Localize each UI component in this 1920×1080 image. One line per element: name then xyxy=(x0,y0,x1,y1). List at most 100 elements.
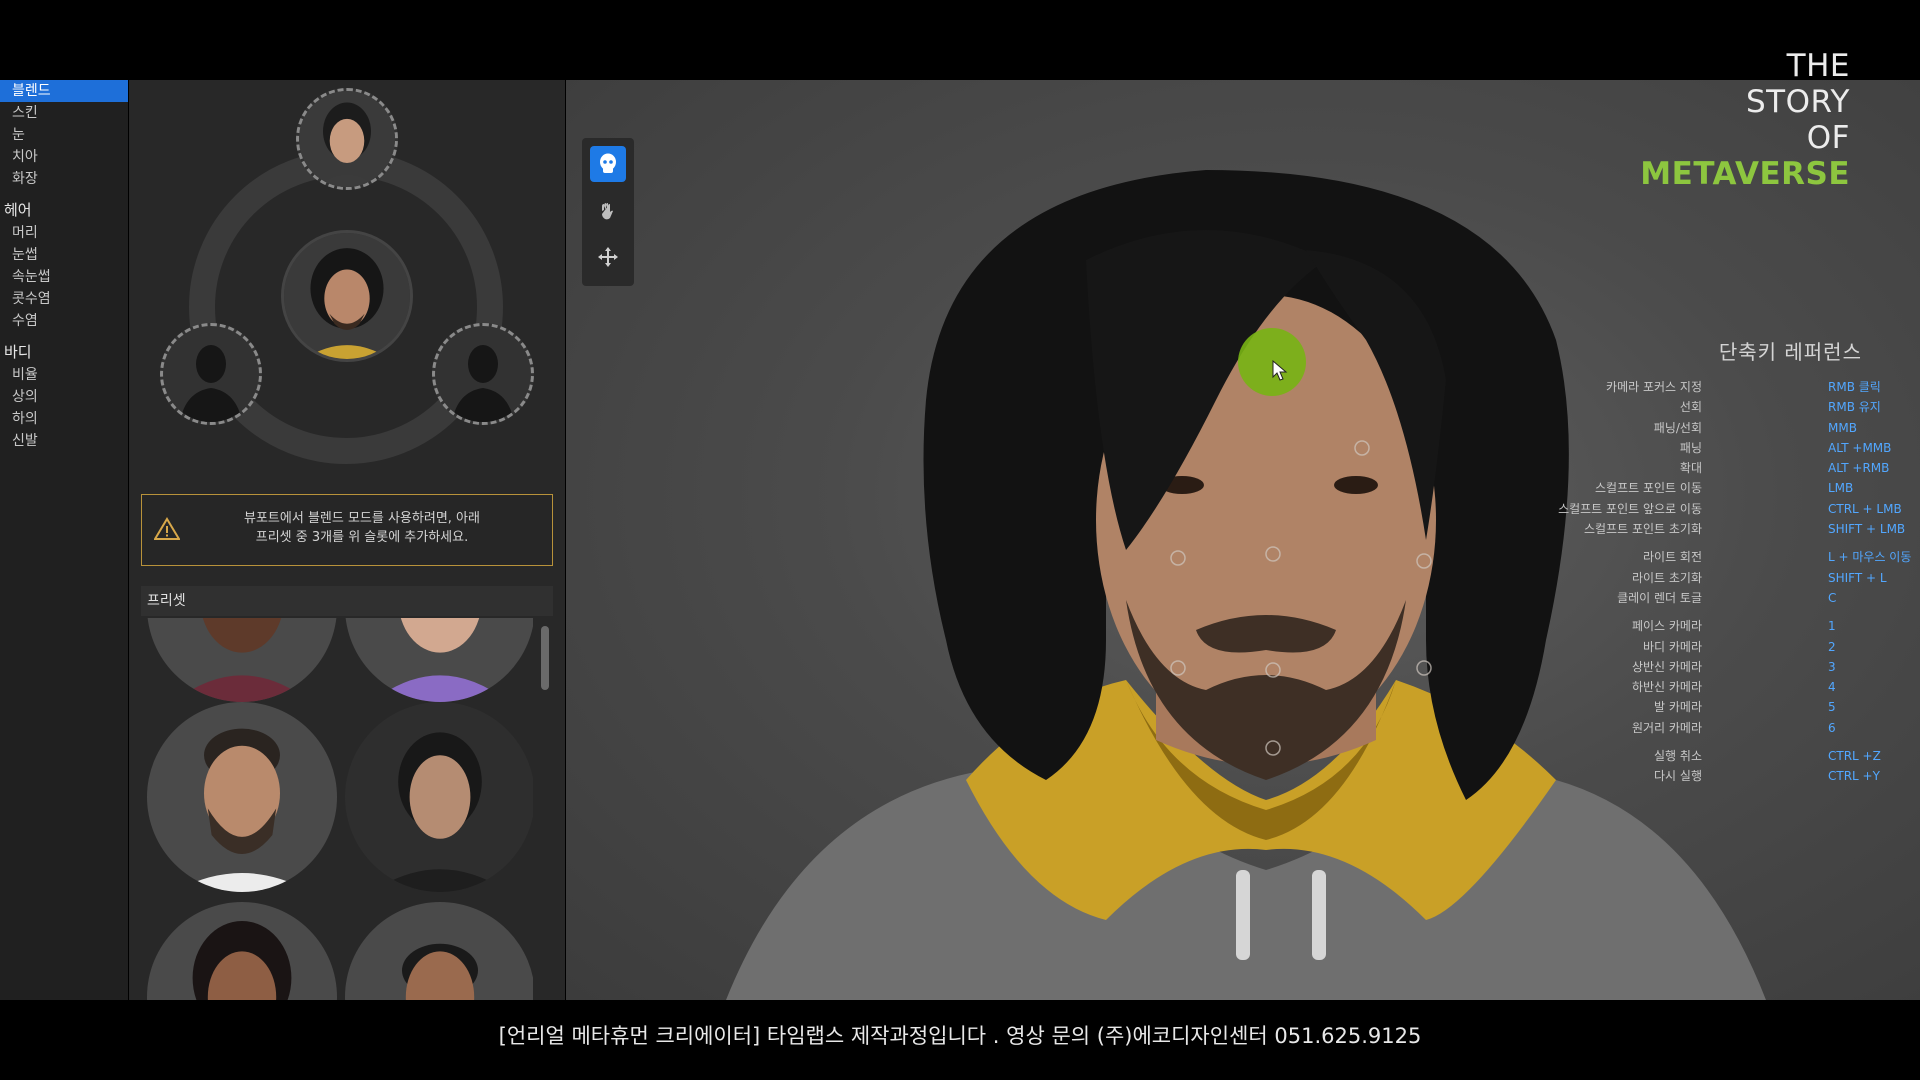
shortcut-reference: 단축키 레퍼런스 카메라 포커스 지정 RMB 클릭 선회 RMB 유지 패닝/선회 MM… xyxy=(1558,336,1920,787)
shortcut-key: RMB 유지 xyxy=(1828,400,1881,415)
warning-text: 뷰포트에서 블렌드 모드를 사용하려면, 아래 프리셋 중 3개를 위 슬롯에 … xyxy=(244,511,480,545)
shortcut-row: 하반신 카메라 4 xyxy=(1600,677,1920,697)
blend-tool-button[interactable] xyxy=(590,146,626,182)
nav-item[interactable]: 하의 xyxy=(0,408,128,430)
blend-slot-right[interactable] xyxy=(432,323,534,425)
shortcut-label: 패닝 xyxy=(1679,440,1702,455)
shortcut-row: 패닝 ALT +MMB xyxy=(1600,438,1920,458)
nav-item[interactable]: 비율 xyxy=(0,364,128,386)
nav-item[interactable]: 치아 xyxy=(0,146,128,168)
shortcut-row: 선회 RMB 유지 xyxy=(1600,397,1920,417)
shortcut-key: 2 xyxy=(1828,639,1836,654)
subtitle-text: [언리얼 메타휴먼 크리에이터] 타임랩스 제작과정입니다 . 영상 문의 (주… xyxy=(498,1024,1422,1048)
shortcut-row: 라이트 초기화 SHIFT + L xyxy=(1600,568,1920,588)
shortcut-key: 1 xyxy=(1828,619,1836,634)
blend-circle xyxy=(129,80,565,470)
nav-group-title: 헤어 xyxy=(4,201,32,219)
shortcut-key: ALT +RMB xyxy=(1828,461,1890,476)
preset-grid xyxy=(141,618,533,1000)
shortcut-reference-title: 단축키 레퍼런스 xyxy=(1718,340,1862,364)
current-face-portrait xyxy=(284,233,410,359)
shortcut-label: 페이스 카메라 xyxy=(1631,619,1702,634)
shortcut-label: 확대 xyxy=(1679,461,1702,476)
sidebar-nav: 블렌드 스킨 눈 치아 화장헤어머리 눈썹 속눈썹 콧수염 수염바디비율 상의 하의 신발 xyxy=(0,80,128,1000)
nav-item[interactable]: 눈 xyxy=(0,124,128,146)
shortcut-key: 4 xyxy=(1828,680,1836,695)
preset-face-portrait xyxy=(147,702,337,892)
blend-panel: 뷰포트에서 블렌드 모드를 사용하려면, 아래 프리셋 중 3개를 위 슬롯에 … xyxy=(129,80,565,1000)
shortcut-key: C xyxy=(1828,590,1837,605)
shortcut-label: 클레이 렌더 토글 xyxy=(1617,590,1702,605)
brand-line: THE xyxy=(1786,48,1850,84)
shortcut-label: 원거리 카메라 xyxy=(1631,720,1702,735)
shortcut-label: 실행 취소 xyxy=(1654,749,1702,764)
shortcut-row: 원거리 카메라 6 xyxy=(1600,718,1920,738)
shortcut-label: 바디 카메라 xyxy=(1642,639,1702,654)
preset-thumbnail[interactable] xyxy=(345,618,533,702)
shortcut-row: 스컬프트 포인트 앞으로 이동 CTRL + LMB xyxy=(1558,499,1920,519)
shortcut-row: 스컬프트 포인트 이동 LMB xyxy=(1595,478,1920,498)
mouse-cursor-icon xyxy=(1272,360,1288,381)
nav-item[interactable]: 블렌드 xyxy=(0,80,128,102)
shortcut-label: 패닝/선회 xyxy=(1653,420,1702,435)
blend-slot-center[interactable] xyxy=(281,230,413,362)
shortcut-key: MMB xyxy=(1828,420,1857,435)
brand-logo: THE STORY OF METAVERSE xyxy=(1640,48,1850,192)
shortcut-row: 클레이 렌더 토글 C xyxy=(1600,588,1920,608)
shortcut-label: 발 카메라 xyxy=(1654,700,1702,715)
shortcut-row: 발 카메라 5 xyxy=(1600,697,1920,717)
preset-face-portrait xyxy=(345,702,533,892)
viewport-toolbar xyxy=(582,138,634,286)
preset-face-portrait xyxy=(345,618,533,702)
shortcut-key: LMB xyxy=(1828,481,1854,496)
brand-line: OF xyxy=(1806,120,1850,156)
shortcut-key: ALT +MMB xyxy=(1828,440,1892,455)
nav-item[interactable]: 머리 xyxy=(0,222,128,244)
blend-slot-left[interactable] xyxy=(160,323,262,425)
person-silhouette-icon xyxy=(179,345,243,422)
blend-warning-box: 뷰포트에서 블렌드 모드를 사용하려면, 아래 프리셋 중 3개를 위 슬롯에 … xyxy=(141,494,553,566)
shortcut-key: 5 xyxy=(1828,700,1836,715)
skull-icon xyxy=(600,153,616,173)
shortcut-key: CTRL +Z xyxy=(1828,749,1881,764)
preset-thumbnail[interactable] xyxy=(345,902,533,1000)
preset-face-portrait xyxy=(299,91,395,187)
shortcut-key: 3 xyxy=(1828,659,1836,674)
shortcut-label: 하반신 카메라 xyxy=(1631,680,1702,695)
shortcut-row: 확대 ALT +RMB xyxy=(1600,458,1920,478)
shortcut-row: 실행 취소 CTRL +Z xyxy=(1600,746,1920,766)
nav-item[interactable]: 콧수염 xyxy=(0,288,128,310)
nav-item[interactable]: 수염 xyxy=(0,310,128,332)
preset-scrollbar[interactable] xyxy=(541,626,549,690)
shortcut-label: 다시 실행 xyxy=(1654,769,1702,784)
shortcut-row: 페이스 카메라 1 xyxy=(1600,616,1920,636)
brand-line-accent: METAVERSE xyxy=(1640,156,1850,192)
nav-item[interactable]: 속눈썹 xyxy=(0,266,128,288)
nav-group-title: 바디 xyxy=(4,343,32,361)
preset-face-portrait xyxy=(345,902,533,1000)
nav-item[interactable]: 신발 xyxy=(0,430,128,452)
shortcut-label: 상반신 카메라 xyxy=(1631,659,1702,674)
shortcut-label: 선회 xyxy=(1679,400,1702,415)
shortcut-key: SHIFT + LMB xyxy=(1828,522,1906,537)
preset-thumbnail[interactable] xyxy=(345,702,533,892)
nav-item[interactable]: 상의 xyxy=(0,386,128,408)
shortcut-label: 스컬프트 포인트 초기화 xyxy=(1583,522,1702,537)
shortcut-label: 라이트 회전 xyxy=(1642,550,1702,565)
preset-thumbnail[interactable] xyxy=(147,902,337,1000)
sculpt-tool-button[interactable] xyxy=(590,193,626,229)
person-silhouette-icon xyxy=(451,345,515,422)
preset-section-header: 프리셋 xyxy=(141,586,553,616)
preset-thumbnail[interactable] xyxy=(147,702,337,892)
app-frame: 블렌드 스킨 눈 치아 화장헤어머리 눈썹 속눈썹 콧수염 수염바디비율 상의 하의 신발 xyxy=(0,0,1920,1080)
move-tool-button[interactable] xyxy=(590,239,626,275)
shortcut-row: 바디 카메라 2 xyxy=(1600,637,1920,657)
nav-item[interactable]: 스킨 xyxy=(0,102,128,124)
shortcut-key: RMB 클릭 xyxy=(1828,380,1881,394)
warning-icon xyxy=(154,517,180,540)
preset-face-portrait xyxy=(147,902,337,1000)
preset-thumbnail[interactable] xyxy=(147,618,337,702)
nav-item[interactable]: 눈썹 xyxy=(0,244,128,266)
blend-slot-top[interactable] xyxy=(296,88,398,190)
nav-item[interactable]: 화장 xyxy=(0,168,128,190)
